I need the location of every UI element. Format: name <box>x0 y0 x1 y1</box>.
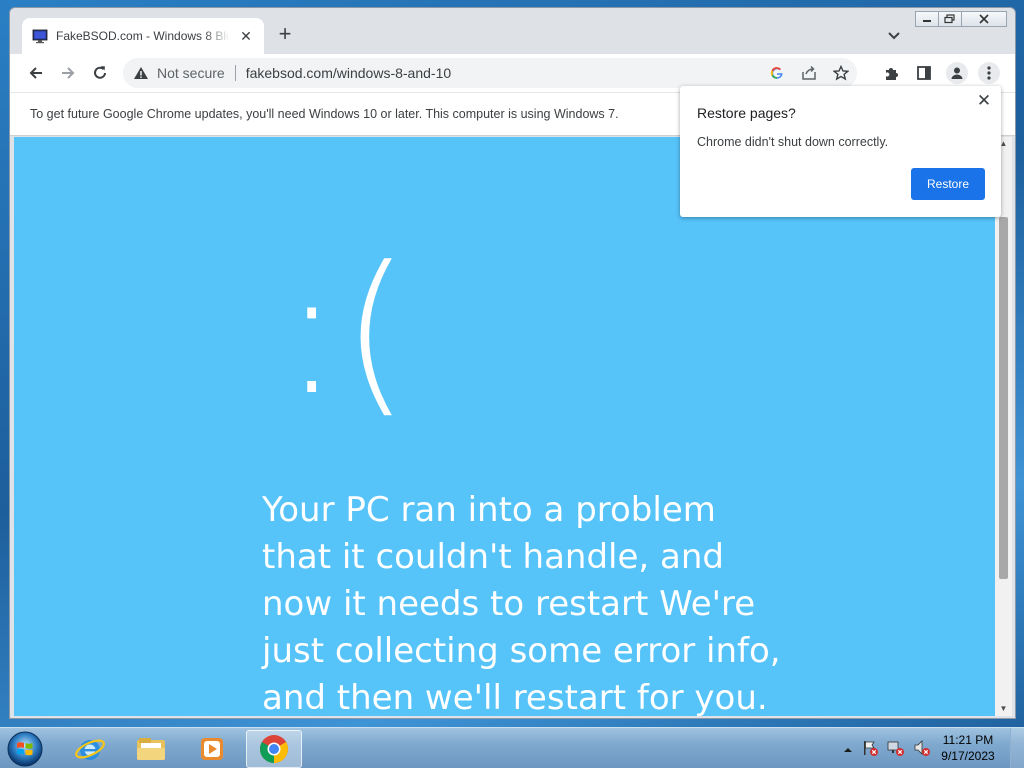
volume-muted-icon <box>914 740 930 756</box>
star-icon <box>833 65 849 81</box>
media-player-icon <box>201 738 223 760</box>
system-tray <box>843 739 931 762</box>
start-button[interactable] <box>5 729 45 768</box>
profile-button[interactable] <box>946 62 968 84</box>
side-panel-button[interactable] <box>914 63 934 83</box>
new-tab-button[interactable]: + <box>274 23 296 46</box>
warning-icon <box>134 67 148 79</box>
taskbar: 11:21 PM 9/17/2023 <box>0 727 1024 768</box>
scroll-thumb[interactable] <box>999 217 1008 579</box>
side-panel-icon <box>917 66 931 80</box>
omnibox-divider <box>234 65 236 81</box>
monitor-favicon-icon <box>32 29 48 44</box>
vertical-scrollbar[interactable]: ▲ ▼ <box>995 137 1012 716</box>
forward-arrow-icon <box>62 67 75 79</box>
browser-tab[interactable]: FakeBSOD.com - Windows 8 Blue Screen ✕ <box>22 18 264 54</box>
taskbar-file-explorer[interactable] <box>123 730 179 768</box>
share-icon <box>802 65 816 80</box>
tab-search-icon[interactable] <box>885 26 903 44</box>
windows-orb-icon <box>7 731 43 767</box>
network-button[interactable] <box>887 739 905 762</box>
chevron-up-icon <box>844 747 852 752</box>
close-icon <box>979 14 989 24</box>
avatar-icon <box>951 67 963 79</box>
chrome-icon <box>260 735 288 763</box>
dialog-title: Restore pages? <box>697 105 796 121</box>
dialog-close-icon[interactable]: ✕ <box>975 92 993 110</box>
omnibox-actions <box>761 58 857 88</box>
folder-icon <box>137 738 165 760</box>
close-window-button[interactable] <box>961 11 1007 27</box>
action-center-flag-icon <box>864 741 878 756</box>
minimize-icon <box>923 20 931 22</box>
tab-close-icon[interactable]: ✕ <box>238 28 254 45</box>
action-center-button[interactable] <box>861 739 879 762</box>
reload-icon <box>94 66 106 79</box>
volume-button[interactable] <box>913 739 931 762</box>
minimize-button[interactable] <box>915 11 939 27</box>
bsod-message: Your PC ran into a problem that it could… <box>262 490 781 716</box>
puzzle-icon <box>886 68 898 80</box>
infobar-message: To get future Google Chrome updates, you… <box>30 107 619 121</box>
forward-button[interactable] <box>58 63 78 83</box>
reload-button[interactable] <box>90 63 110 83</box>
internet-explorer-icon <box>75 739 105 760</box>
sad-face: :( <box>282 229 410 434</box>
back-arrow-icon <box>29 67 42 79</box>
restore-button[interactable]: Restore <box>911 168 985 200</box>
restore-pages-dialog: Restore pages? Chrome didn't shut down c… <box>680 86 1001 217</box>
maximize-button[interactable] <box>938 11 962 27</box>
share-button[interactable] <box>793 65 825 81</box>
menu-button[interactable] <box>978 62 1000 84</box>
extensions-button[interactable] <box>882 63 902 83</box>
show-desktop-button[interactable] <box>1010 728 1024 768</box>
taskbar-media-player[interactable] <box>184 730 240 768</box>
address-bar[interactable]: Not secure fakebsod.com/windows-8-and-10 <box>123 58 857 88</box>
scroll-down-arrow-icon[interactable]: ▼ <box>995 702 1012 716</box>
dialog-message: Chrome didn't shut down correctly. <box>697 135 889 149</box>
restore-window-icon <box>944 14 955 24</box>
back-button[interactable] <box>26 63 46 83</box>
google-g-icon <box>770 67 783 79</box>
kebab-menu-icon <box>987 66 991 80</box>
clock-time: 11:21 PM <box>942 733 994 747</box>
taskbar-clock[interactable]: 11:21 PM 9/17/2023 <box>938 732 998 764</box>
clock-date: 9/17/2023 <box>941 749 995 763</box>
tab-title: FakeBSOD.com - Windows 8 Blue Screen <box>56 29 230 43</box>
window-controls <box>915 11 1007 27</box>
bookmark-button[interactable] <box>825 65 857 81</box>
taskbar-chrome[interactable] <box>246 730 302 768</box>
show-hidden-icons-button[interactable] <box>843 742 853 760</box>
google-translate-button[interactable] <box>761 65 793 81</box>
title-bar: FakeBSOD.com - Windows 8 Blue Screen ✕ + <box>10 8 1015 54</box>
network-error-icon <box>887 741 904 756</box>
not-secure-label[interactable]: Not secure <box>157 65 225 81</box>
taskbar-internet-explorer[interactable] <box>62 730 118 768</box>
url-text[interactable]: fakebsod.com/windows-8-and-10 <box>246 65 451 81</box>
page-content: :( Your PC ran into a problem that it co… <box>14 137 995 716</box>
